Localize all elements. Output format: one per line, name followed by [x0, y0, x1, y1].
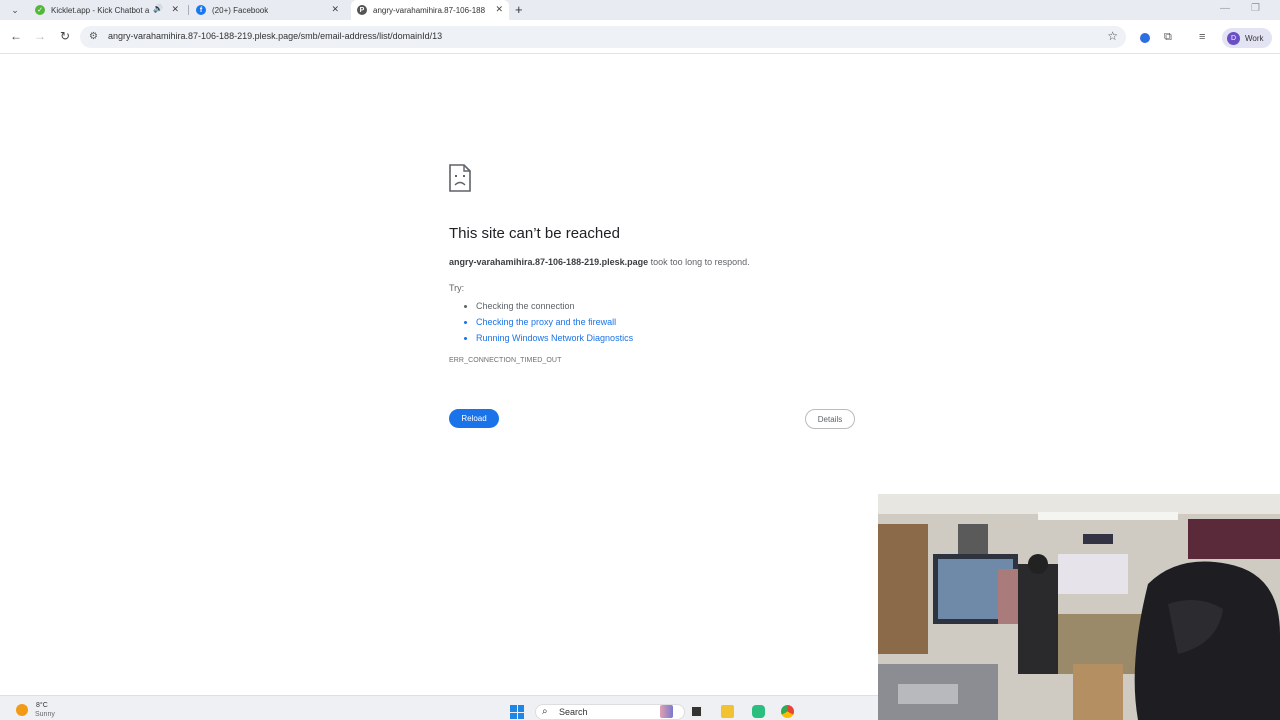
close-tab-icon[interactable]: ✕	[495, 4, 503, 15]
sad-document-icon	[449, 164, 471, 192]
tab-title: Kicklet.app - Kick Chatbot a	[51, 5, 150, 15]
url-text[interactable]: angry-varahamihira.87-106-188-219.plesk.…	[108, 31, 442, 41]
new-tab-icon[interactable]: +	[515, 2, 523, 17]
error-page: This site can’t be reached angry-varaham…	[449, 164, 859, 364]
close-tab-icon[interactable]: ✕	[331, 4, 339, 15]
tab-strip: ⌄ ✓ Kicklet.app - Kick Chatbot a 🔊 ✕ f (…	[0, 0, 1280, 20]
webcam-image	[878, 494, 1280, 720]
forward-arrow-icon[interactable]: →	[32, 29, 48, 43]
search-highlight-icon[interactable]	[660, 705, 673, 718]
profile-button[interactable]: D Work	[1222, 28, 1272, 48]
reload-button[interactable]: Reload	[449, 409, 499, 428]
kicklet-icon: ✓	[35, 5, 45, 15]
error-title: This site can’t be reached	[449, 225, 620, 242]
tab-title: (20+) Facebook	[212, 5, 269, 15]
weather-condition[interactable]: Sunny	[35, 711, 55, 718]
file-explorer-icon[interactable]	[721, 705, 734, 718]
webcam-overlay	[878, 494, 1280, 720]
avatar: D	[1227, 31, 1240, 45]
site-info-icon[interactable]: ⚙	[89, 31, 98, 42]
task-view-icon[interactable]	[690, 705, 703, 718]
profile-label: Work	[1245, 33, 1264, 43]
reading-list-icon[interactable]: ≡	[1199, 31, 1205, 43]
suggestion-network-diagnostics-link[interactable]: Running Windows Network Diagnostics	[476, 330, 859, 346]
suggestion-list: Checking the connection Checking the pro…	[476, 298, 859, 346]
back-arrow-icon[interactable]: ←	[8, 29, 24, 43]
tab-kicklet[interactable]: ✓ Kicklet.app - Kick Chatbot a 🔊 ✕	[30, 0, 185, 20]
extensions-puzzle-icon[interactable]: ⧉	[1164, 31, 1172, 44]
extension-icon[interactable]	[1140, 33, 1150, 43]
minimize-icon[interactable]: —	[1220, 3, 1230, 14]
restore-icon[interactable]: ❐	[1251, 3, 1260, 14]
reload-icon[interactable]: ↻	[57, 29, 73, 43]
error-message: angry-varahamihira.87-106-188-219.plesk.…	[449, 257, 859, 267]
speaker-icon[interactable]: 🔊	[153, 4, 163, 13]
tab-facebook[interactable]: f (20+) Facebook ✕	[190, 0, 345, 20]
error-message-text: took too long to respond.	[648, 257, 750, 267]
close-tab-icon[interactable]: ✕	[171, 4, 179, 15]
sun-icon[interactable]	[16, 704, 28, 716]
suggestion-proxy-firewall-link[interactable]: Checking the proxy and the firewall	[476, 314, 859, 330]
details-button[interactable]: Details	[805, 409, 855, 429]
search-icon: ⌕	[542, 706, 548, 717]
weather-temperature[interactable]: 8°C	[36, 702, 48, 709]
tab-plesk[interactable]: P angry-varahamihira.87-106-188 ✕	[351, 0, 509, 20]
tab-separator	[188, 5, 189, 15]
error-code: ERR_CONNECTION_TIMED_OUT	[449, 357, 562, 364]
address-bar[interactable]: ⚙ angry-varahamihira.87-106-188-219.ples…	[80, 26, 1126, 48]
search-placeholder: Search	[559, 707, 588, 717]
tab-title: angry-varahamihira.87-106-188	[373, 5, 486, 15]
chrome-icon[interactable]	[781, 705, 794, 718]
try-label: Try:	[449, 283, 465, 293]
app-icon[interactable]	[752, 705, 765, 718]
windows-taskbar: 8°C Sunny ⌕ Search	[0, 695, 878, 720]
browser-toolbar: ← → ↻ ⚙ angry-varahamihira.87-106-188-21…	[0, 20, 1280, 54]
plesk-icon: P	[357, 5, 367, 15]
bookmark-star-icon[interactable]: ☆	[1107, 29, 1118, 43]
error-host: angry-varahamihira.87-106-188-219.plesk.…	[449, 257, 649, 267]
suggestion-check-connection: Checking the connection	[476, 298, 859, 314]
tab-search-dropdown-icon[interactable]: ⌄	[7, 3, 23, 17]
facebook-icon: f	[196, 5, 206, 15]
windows-start-icon[interactable]	[510, 705, 524, 719]
